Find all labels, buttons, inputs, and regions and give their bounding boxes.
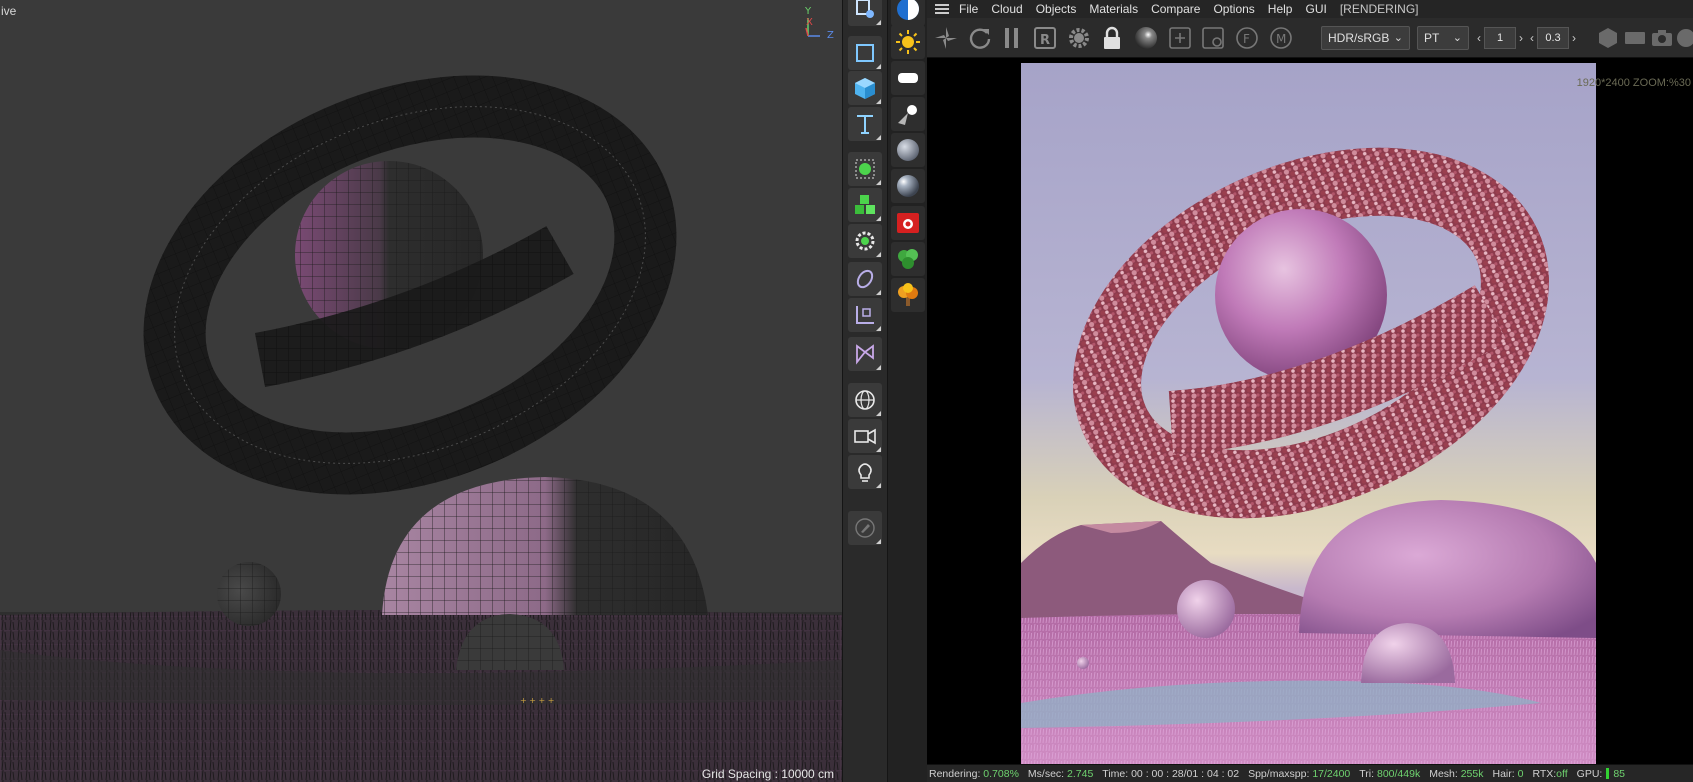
- axis-x-label: X: [806, 17, 813, 28]
- spin-control-1[interactable]: ‹ 1 ›: [1477, 26, 1523, 50]
- send-scene-icon[interactable]: [931, 23, 961, 53]
- svg-text:F: F: [1243, 32, 1250, 46]
- render-statusbar: Rendering: 0.708% Ms/sec: 2.745 Time: 00…: [927, 764, 1693, 782]
- lock-icon[interactable]: [1097, 23, 1127, 53]
- focus-picker-icon[interactable]: F: [1232, 23, 1262, 53]
- menu-file[interactable]: File: [959, 2, 978, 16]
- clay-mode-icon[interactable]: [1620, 23, 1650, 53]
- spin-control-2[interactable]: ‹ 0.3 ›: [1530, 26, 1576, 50]
- preview-sphere-icon[interactable]: [1671, 23, 1693, 53]
- status-mssec: Ms/sec: 2.745: [1027, 767, 1094, 780]
- spot-light-icon[interactable]: [891, 97, 925, 131]
- rendering-status: [RENDERING]: [1339, 2, 1419, 16]
- grid-spacing-label: Grid Spacing : 10000 cm: [701, 767, 834, 781]
- pencil-icon[interactable]: [848, 511, 882, 545]
- menu-materials[interactable]: Materials: [1089, 2, 1138, 16]
- rectangle-icon[interactable]: [848, 36, 882, 70]
- chevron-right-icon[interactable]: ›: [1572, 31, 1576, 45]
- render-viewport[interactable]: 1920*2400 ZOOM:%30: [927, 59, 1693, 764]
- diffuse-material-icon[interactable]: [891, 133, 925, 167]
- viewport-label: ive: [1, 4, 17, 18]
- cube-icon[interactable]: [848, 71, 882, 105]
- color-mode-value: HDR/sRGB: [1328, 31, 1390, 45]
- live-viewer-menubar: File Cloud Objects Materials Compare Opt…: [927, 0, 1693, 18]
- menu-cloud[interactable]: Cloud: [991, 2, 1022, 16]
- menu-help[interactable]: Help: [1268, 2, 1293, 16]
- svg-text:M: M: [1276, 32, 1286, 46]
- live-viewer-window: File Cloud Objects Materials Compare Opt…: [927, 0, 1693, 782]
- 3d-viewport[interactable]: + + + + ive Y X Z Grid Spacing : 10000 c…: [0, 0, 842, 782]
- axis-y-label: Y: [805, 6, 812, 17]
- viewport-scene: + + + +: [0, 0, 842, 782]
- add-region-icon[interactable]: [1165, 23, 1195, 53]
- chevron-left-icon[interactable]: ‹: [1477, 31, 1481, 45]
- c4d-tool-palette: [842, 0, 887, 782]
- object-select-icon[interactable]: [848, 0, 882, 26]
- kernel-value: PT: [1424, 31, 1440, 45]
- settings-gear-icon[interactable]: [1064, 23, 1094, 53]
- region-render-icon[interactable]: R: [1030, 23, 1060, 53]
- spin-value-2[interactable]: 0.3: [1537, 27, 1569, 49]
- app-window: + + + + ive Y X Z Grid Spacing : 10000 c…: [0, 0, 1693, 782]
- generator-icon[interactable]: [848, 152, 882, 186]
- scatter-tree-icon[interactable]: [891, 242, 925, 276]
- svg-text:R: R: [1040, 33, 1050, 48]
- area-light-icon[interactable]: [891, 61, 925, 95]
- camera-icon[interactable]: [848, 419, 882, 453]
- hamburger-menu-icon[interactable]: [935, 4, 949, 14]
- spline-icon[interactable]: [848, 337, 882, 371]
- status-time: Time: 00 : 00 : 28/01 : 04 : 02: [1102, 767, 1240, 780]
- menu-objects[interactable]: Objects: [1036, 2, 1077, 16]
- film-region-icon[interactable]: [1198, 23, 1228, 53]
- restart-render-icon[interactable]: [965, 23, 995, 53]
- pause-icon[interactable]: [997, 23, 1027, 53]
- sphere-preview-icon[interactable]: [1131, 23, 1161, 53]
- octane-tool-palette: [887, 0, 927, 782]
- axis-z-label: Z: [827, 30, 834, 41]
- hdri-icon[interactable]: [891, 0, 925, 26]
- status-rtx: RTX:off: [1532, 767, 1568, 780]
- status-hair: Hair: 0: [1492, 767, 1524, 780]
- status-rendering: Rendering: 0.708%: [929, 767, 1019, 780]
- light-bulb-icon[interactable]: [848, 455, 882, 489]
- field-icon[interactable]: [848, 262, 882, 296]
- color-mode-select[interactable]: HDR/sRGB ⌄: [1321, 26, 1410, 50]
- sun-icon[interactable]: [891, 25, 925, 59]
- menu-compare[interactable]: Compare: [1151, 2, 1200, 16]
- svg-text:+ + + +: + + + +: [520, 696, 554, 705]
- axis-gizmo: Y X Z: [800, 6, 840, 46]
- cloner-icon[interactable]: [848, 188, 882, 222]
- resolution-zoom-text: 1920*2400 ZOOM:%30: [1576, 77, 1691, 89]
- text-tool-icon[interactable]: [848, 107, 882, 141]
- material-picker-icon[interactable]: M: [1266, 23, 1296, 53]
- autumn-tree-icon[interactable]: [891, 278, 925, 312]
- null-axis-icon[interactable]: [848, 298, 882, 332]
- chevron-right-icon[interactable]: ›: [1519, 31, 1523, 45]
- status-gpu: GPU: 85: [1576, 767, 1626, 780]
- status-spp: Spp/maxspp: 17/2400: [1248, 767, 1351, 780]
- spin-value-1[interactable]: 1: [1484, 27, 1516, 49]
- chevron-down-icon: ⌄: [1393, 32, 1403, 44]
- status-tri: Tri: 800/449k: [1359, 767, 1421, 780]
- status-mesh: Mesh: 255k: [1429, 767, 1484, 780]
- menu-options[interactable]: Options: [1213, 2, 1254, 16]
- menu-gui[interactable]: GUI: [1305, 2, 1326, 16]
- deformer-gear-icon[interactable]: [848, 224, 882, 258]
- octane-camera-icon[interactable]: [891, 206, 925, 240]
- chevron-left-icon[interactable]: ‹: [1530, 31, 1534, 45]
- globe-icon[interactable]: [848, 383, 882, 417]
- rendered-image: [1021, 63, 1596, 764]
- hexagon-icon[interactable]: [1593, 23, 1623, 53]
- render-scene: [1021, 63, 1596, 764]
- glossy-material-icon[interactable]: [891, 169, 925, 203]
- chevron-down-icon: ⌄: [1452, 32, 1462, 44]
- live-viewer-toolbar: R F M HDR/sRGB ⌄ PT ⌄ ‹ 1 › ‹ 0.3 ›: [927, 18, 1693, 58]
- kernel-select[interactable]: PT ⌄: [1417, 26, 1469, 50]
- gpu-load-bar: [1606, 768, 1610, 780]
